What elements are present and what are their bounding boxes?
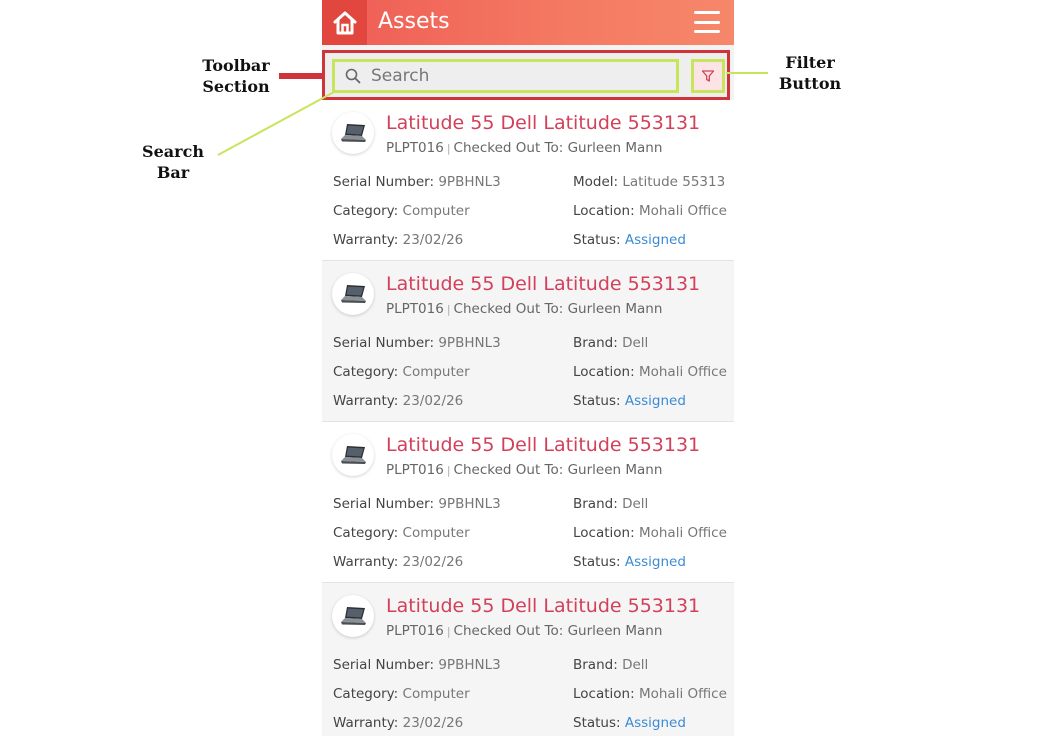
warranty-field: Warranty: 23/02/26 [333,715,464,731]
category-field: Category: Computer [333,364,470,380]
laptop-thumbnail [332,595,374,637]
laptop-icon [341,124,366,142]
category-field: Category: Computer [333,686,470,702]
checked-out-to: Checked Out To: Gurleen Mann [453,623,663,639]
laptop-icon [341,446,366,464]
asset-id: PLPT016 [386,623,444,639]
toolbar-section-annotation: Toolbar Section [202,56,270,96]
filter-button[interactable] [691,59,725,93]
asset-title[interactable]: Latitude 55 Dell Latitude 553131 [386,434,700,456]
status-field: Status: Assigned [573,393,686,409]
asset-id: PLPT016 [386,462,444,478]
asset-title[interactable]: Latitude 55 Dell Latitude 553131 [386,112,700,134]
phone-screen: Assets Search Latitude 55 Dell Latitude … [322,0,734,736]
laptop-thumbnail [332,273,374,315]
filter-button-annotation: Filter Button [778,53,842,93]
hamburger-menu-icon [694,11,720,14]
category-field: Category: Computer [333,525,470,541]
asset-list: Latitude 55 Dell Latitude 553131 PLPT016… [322,100,734,736]
asset-title[interactable]: Latitude 55 Dell Latitude 553131 [386,273,700,295]
location-field: Location: Mohali Office [573,686,727,702]
search-input[interactable] [369,65,663,87]
status-badge: Assigned [624,715,686,731]
asset-card[interactable]: Latitude 55 Dell Latitude 553131 PLPT016… [322,100,734,261]
warranty-field: Warranty: 23/02/26 [333,554,464,570]
category-field: Category: Computer [333,203,470,219]
home-button[interactable] [322,0,367,45]
brand-field: Brand: Dell [573,496,649,512]
laptop-thumbnail [332,112,374,154]
status-badge: Assigned [624,393,686,409]
status-field: Status: Assigned [573,232,686,248]
search-callout-line [217,91,335,156]
warranty-field: Warranty: 23/02/26 [333,232,464,248]
page-title: Assets [378,9,450,34]
app-header: Assets [322,0,734,45]
asset-subtitle: PLPT016 | Checked Out To: Gurleen Mann [386,301,663,317]
model-field: Model: Latitude 55313 [573,174,726,190]
brand-field: Brand: Dell [573,335,649,351]
status-badge: Assigned [624,232,686,248]
asset-title[interactable]: Latitude 55 Dell Latitude 553131 [386,595,700,617]
location-field: Location: Mohali Office [573,364,727,380]
laptop-icon [341,607,366,625]
search-icon [345,68,361,84]
asset-subtitle: PLPT016 | Checked Out To: Gurleen Mann [386,140,663,156]
search-bar[interactable] [332,59,679,93]
laptop-icon [341,285,366,303]
warranty-field: Warranty: 23/02/26 [333,393,464,409]
status-field: Status: Assigned [573,715,686,731]
menu-button[interactable] [694,11,720,33]
asset-subtitle: PLPT016 | Checked Out To: Gurleen Mann [386,462,663,478]
home-icon [333,11,356,34]
asset-id: PLPT016 [386,140,444,156]
serial-number-field: Serial Number: 9PBHNL3 [333,657,501,673]
serial-number-field: Serial Number: 9PBHNL3 [333,496,501,512]
asset-card[interactable]: Latitude 55 Dell Latitude 553131 PLPT016… [322,422,734,583]
asset-card[interactable]: Latitude 55 Dell Latitude 553131 PLPT016… [322,583,734,736]
asset-id: PLPT016 [386,301,444,317]
asset-subtitle: PLPT016 | Checked Out To: Gurleen Mann [386,623,663,639]
search-bar-annotation: Search Bar [142,142,204,182]
status-field: Status: Assigned [573,554,686,570]
checked-out-to: Checked Out To: Gurleen Mann [453,462,663,478]
serial-number-field: Serial Number: 9PBHNL3 [333,335,501,351]
filter-icon [701,70,715,82]
status-badge: Assigned [624,554,686,570]
asset-card[interactable]: Latitude 55 Dell Latitude 553131 PLPT016… [322,261,734,422]
toolbar-callout-bar [279,73,325,79]
location-field: Location: Mohali Office [573,525,727,541]
brand-field: Brand: Dell [573,657,649,673]
checked-out-to: Checked Out To: Gurleen Mann [453,140,663,156]
checked-out-to: Checked Out To: Gurleen Mann [453,301,663,317]
toolbar-section [322,50,730,100]
serial-number-field: Serial Number: 9PBHNL3 [333,174,501,190]
laptop-thumbnail [332,434,374,476]
location-field: Location: Mohali Office [573,203,727,219]
